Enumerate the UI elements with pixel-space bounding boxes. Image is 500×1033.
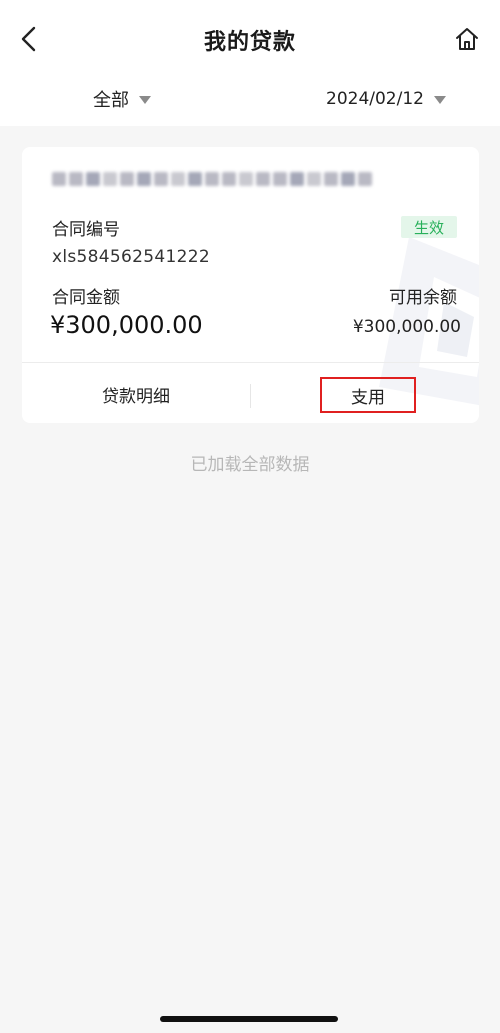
dropdown-triangle-icon bbox=[433, 96, 446, 104]
action-separator bbox=[250, 384, 251, 408]
header: 我的贷款 全部 2024/02/12 bbox=[0, 0, 500, 126]
dropdown-triangle-icon bbox=[139, 96, 151, 104]
contract-no-label: 合同编号 bbox=[52, 220, 120, 240]
withdraw-button[interactable]: 支用 bbox=[320, 377, 416, 413]
nav-bar: 我的贷款 bbox=[0, 0, 500, 78]
category-filter-dropdown[interactable]: 全部 bbox=[93, 84, 151, 114]
status-badge: 生效 bbox=[401, 216, 457, 238]
loan-card[interactable]: 合同编号 生效 xls584562541222 合同金额 可用余额 ¥300,0… bbox=[22, 147, 479, 423]
home-indicator[interactable] bbox=[160, 1016, 338, 1022]
load-status-text: 已加载全部数据 bbox=[190, 455, 310, 475]
contract-no-value: xls584562541222 bbox=[52, 247, 210, 267]
date-filter-dropdown[interactable]: 2024/02/12 bbox=[326, 84, 446, 114]
home-icon bbox=[456, 28, 478, 50]
filter-bar: 全部 2024/02/12 bbox=[0, 78, 500, 126]
contract-amount-value: ¥300,000.00 bbox=[50, 311, 203, 339]
divider bbox=[22, 362, 479, 363]
page-title: 我的贷款 bbox=[203, 30, 296, 55]
contract-amount-label: 合同金额 bbox=[52, 288, 120, 308]
lender-name-blurred bbox=[52, 169, 372, 191]
available-balance-value: ¥300,000.00 bbox=[352, 317, 461, 337]
loan-detail-button[interactable]: 贷款明细 bbox=[22, 375, 250, 413]
category-filter-label: 全部 bbox=[93, 90, 129, 111]
date-filter-label: 2024/02/12 bbox=[326, 89, 424, 109]
home-button[interactable] bbox=[452, 24, 482, 54]
available-balance-label: 可用余额 bbox=[389, 288, 457, 308]
